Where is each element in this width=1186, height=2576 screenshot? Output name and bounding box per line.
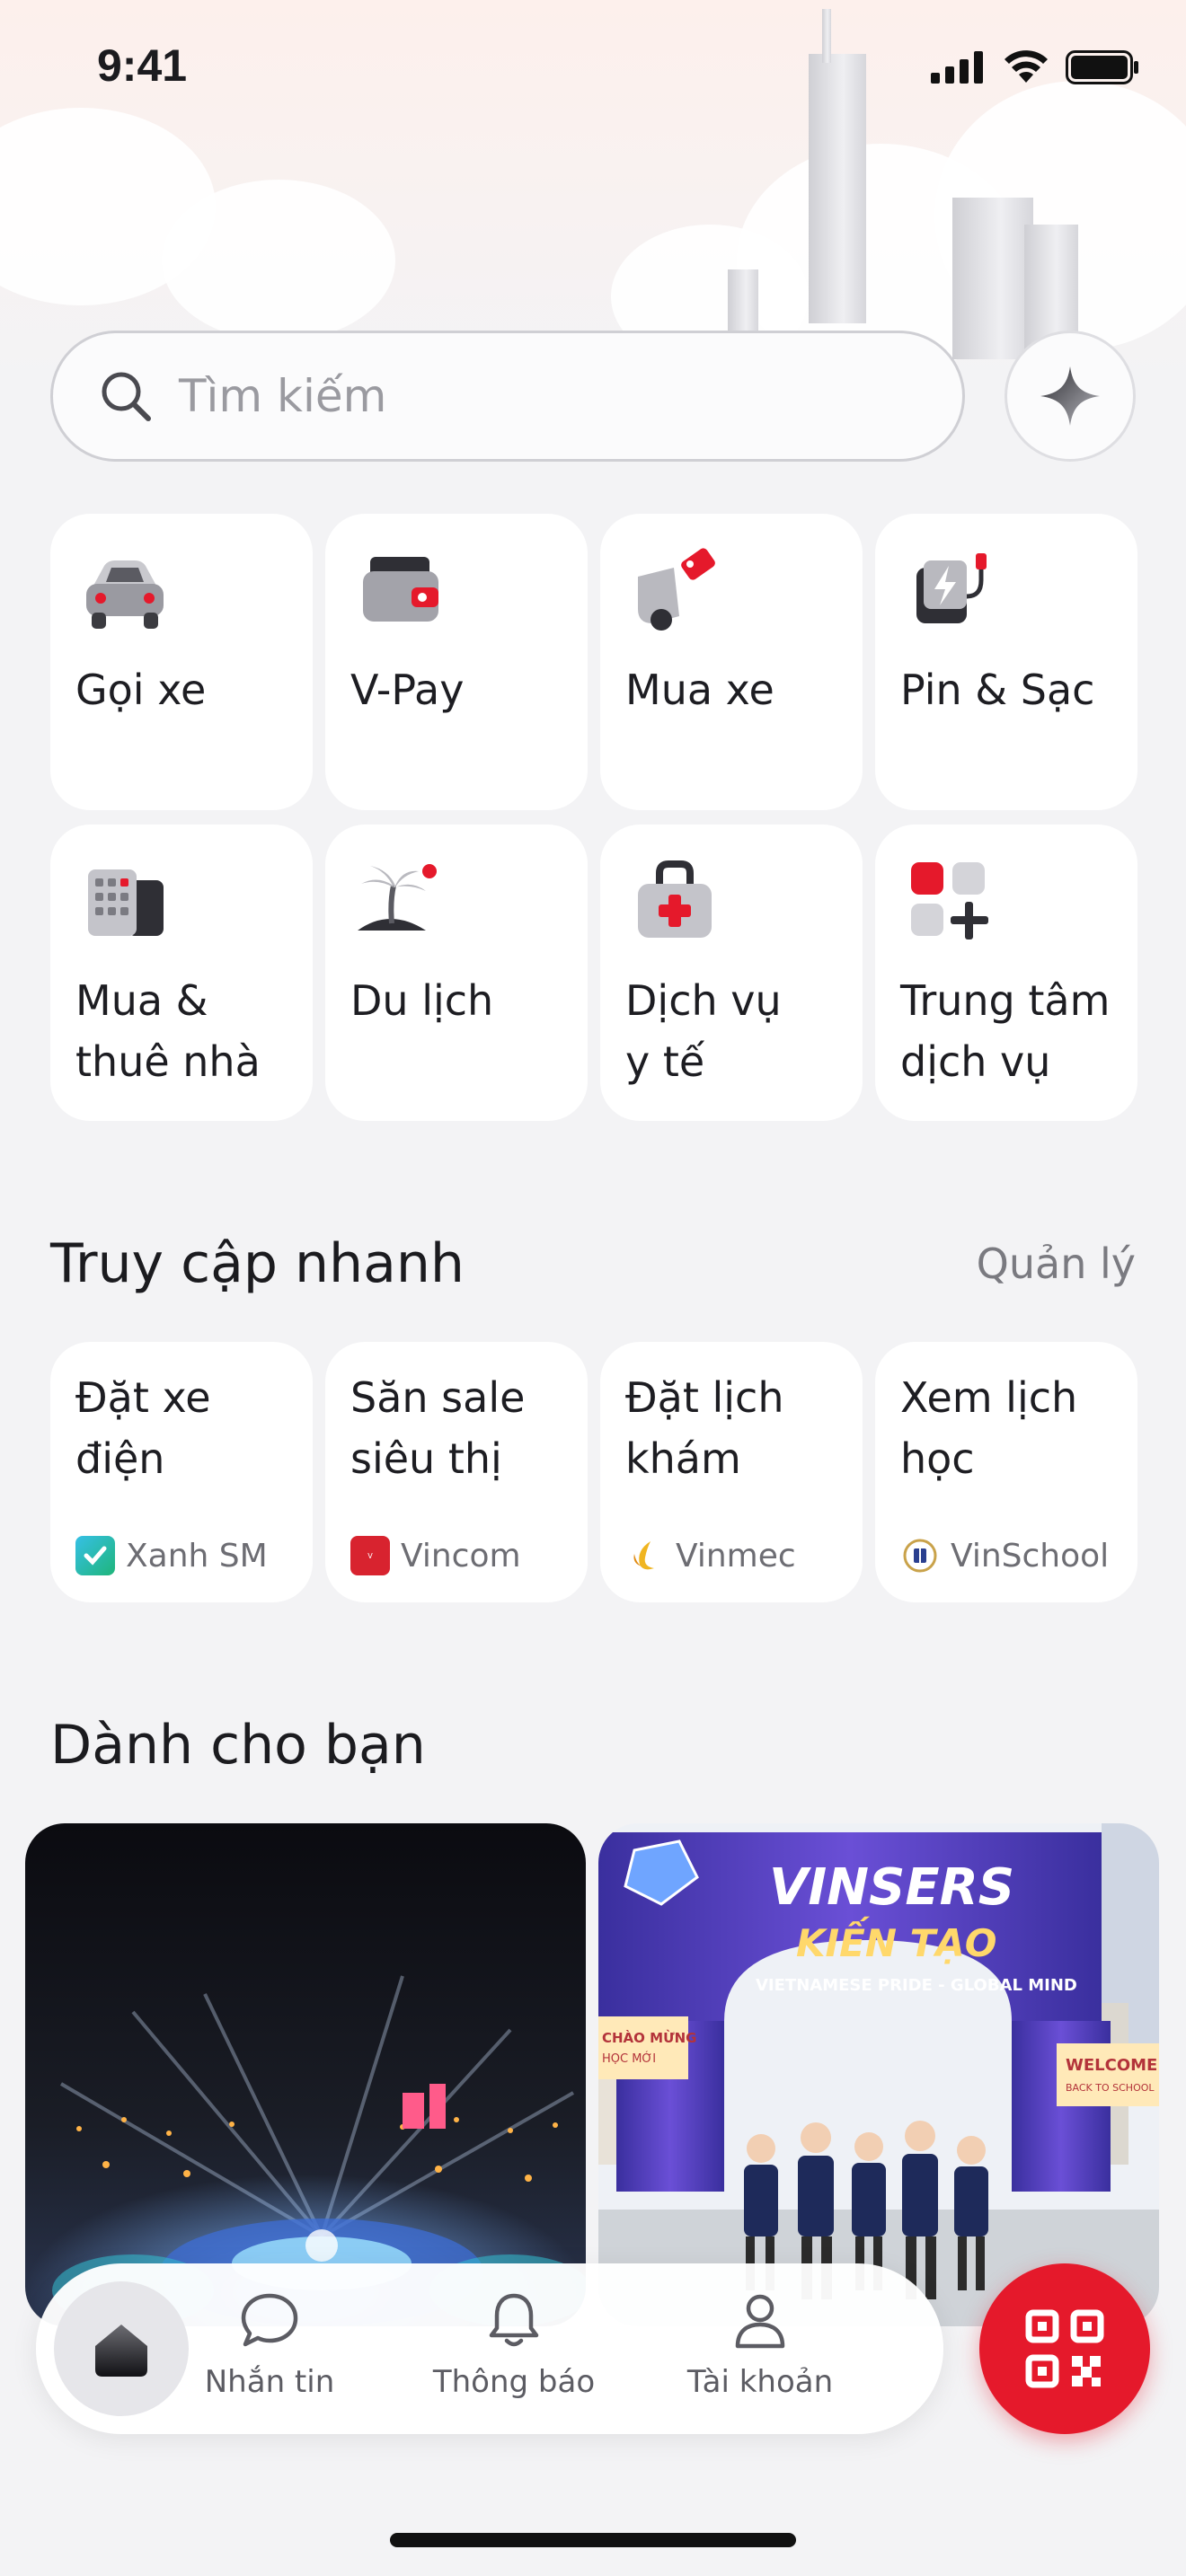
for-you-card-fireworks[interactable] [25, 1823, 586, 2326]
bottom-navigation: Nhắn tin Thông báo Tài khoản [36, 2263, 943, 2434]
nav-item-messages[interactable]: Nhắn tin [180, 2289, 359, 2400]
nav-label: Tài khoản [686, 2364, 834, 2400]
signal-icon [931, 51, 983, 84]
quick-item-brand: Xanh SM [75, 1536, 268, 1575]
sign-left-sub: HỌC MỚI [602, 2051, 656, 2066]
vinmec-logo-icon [625, 1536, 665, 1575]
service-label: Du lịch [350, 976, 494, 1025]
car-tag-icon [638, 548, 715, 631]
service-grid-icon [911, 862, 988, 940]
search-placeholder: Tìm kiếm [179, 370, 387, 422]
quick-item-brand: Vinmec [625, 1536, 796, 1575]
status-icons [931, 50, 1139, 84]
for-you-title: Dành cho bạn [50, 1714, 426, 1777]
sparkle-icon [1040, 366, 1100, 426]
brand-name: Vinmec [676, 1537, 796, 1575]
ai-assistant-button[interactable] [1005, 331, 1136, 462]
vincom-logo-icon: V [350, 1536, 390, 1575]
nav-label: Nhắn tin [204, 2364, 335, 2400]
banner-top-text: VINSERS [769, 1858, 1014, 1917]
sign-right-sub: BACK TO SCHOOL [1066, 2082, 1155, 2094]
qr-code-icon [1025, 2309, 1104, 2388]
quick-item-brand: V Vincom [350, 1536, 521, 1575]
quick-item-san-sale[interactable]: Săn sale siêu thị V Vincom [325, 1342, 588, 1602]
bell-icon [489, 2293, 539, 2347]
charging-icon [916, 553, 987, 623]
brand-name: VinSchool [951, 1537, 1110, 1575]
service-tile-du-lich[interactable]: Du lịch [325, 825, 588, 1121]
service-label: V-Pay [350, 666, 465, 714]
service-tile-trung-tam-dich-vu[interactable]: Trung tâm dịch vụ [875, 825, 1137, 1121]
service-tile-goi-xe[interactable]: Gọi xe [50, 514, 313, 810]
fireworks-show-photo [25, 1823, 586, 2326]
status-time: 9:41 [97, 40, 188, 91]
wifi-icon [1005, 50, 1048, 83]
service-tile-mua-xe[interactable]: Mua xe [600, 514, 863, 810]
xanh-sm-logo-icon [75, 1536, 115, 1575]
sign-right-text: WELCOME [1066, 2056, 1157, 2075]
service-label: Gọi xe [75, 666, 207, 714]
nav-home-button[interactable] [54, 2281, 189, 2416]
banner-main-text: KIẾN TẠO [796, 1915, 997, 1965]
quick-item-xem-lich-hoc[interactable]: Xem lịch học VinSchool [875, 1342, 1137, 1602]
nav-label: Thông báo [432, 2364, 596, 2400]
quick-item-brand: VinSchool [900, 1536, 1109, 1575]
search-icon [102, 372, 151, 421]
search-input[interactable]: Tìm kiếm [50, 331, 965, 462]
user-icon [735, 2294, 785, 2349]
chat-icon [241, 2293, 298, 2347]
banner-sub-text: VIETNAMESE PRIDE - GLOBAL MIND [756, 1976, 1077, 1995]
nav-item-notifications[interactable]: Thông báo [424, 2289, 604, 2400]
vinschool-logo-icon [900, 1536, 940, 1575]
building-icon [88, 869, 164, 936]
quick-item-title: Xem lịch học [900, 1373, 1078, 1483]
medical-kit-icon [638, 860, 712, 938]
service-label: Pin & Sạc [900, 666, 1095, 714]
quick-item-dat-lich-kham[interactable]: Đặt lịch khám Vinmec [600, 1342, 863, 1602]
brand-name: Vincom [401, 1537, 521, 1575]
sign-left-text: CHÀO MỪNG [602, 2029, 696, 2046]
quick-item-title: Săn sale siêu thị [350, 1373, 526, 1483]
car-icon [86, 560, 164, 629]
service-tile-pin-sac[interactable]: Pin & Sạc [875, 514, 1137, 810]
quick-item-title: Đặt xe điện [75, 1373, 211, 1483]
service-label: Mua xe [625, 666, 774, 714]
quick-access-title: Truy cập nhanh [50, 1232, 465, 1295]
battery-icon [1066, 50, 1138, 84]
quick-item-dat-xe-dien[interactable]: Đặt xe điện Xanh SM [50, 1342, 313, 1602]
brand-name: Xanh SM [126, 1537, 268, 1575]
service-tile-v-pay[interactable]: V-Pay [325, 514, 588, 810]
quick-item-title: Đặt lịch khám [625, 1373, 784, 1483]
for-you-card-school-event[interactable]: VINSERS KIẾN TẠO VIETNAMESE PRIDE - GLOB… [598, 1823, 1159, 2326]
qr-scan-button[interactable] [979, 2263, 1150, 2434]
service-tile-mua-thue-nha[interactable]: Mua & thuê nhà [50, 825, 313, 1121]
service-label: Dịch vụ y tế [625, 976, 782, 1086]
home-icon [95, 2325, 147, 2377]
nav-item-account[interactable]: Tài khoản [670, 2289, 850, 2400]
wallet-icon [363, 557, 438, 622]
vinschool-event-photo: VINSERS KIẾN TẠO VIETNAMESE PRIDE - GLOB… [598, 1823, 1159, 2326]
service-label: Mua & thuê nhà [75, 976, 261, 1086]
service-label: Trung tâm dịch vụ [900, 976, 1111, 1086]
island-icon [358, 864, 437, 931]
service-tile-dich-vu-y-te[interactable]: Dịch vụ y tế [600, 825, 863, 1121]
home-indicator [390, 2533, 796, 2547]
manage-link[interactable]: Quản lý [977, 1239, 1136, 1288]
